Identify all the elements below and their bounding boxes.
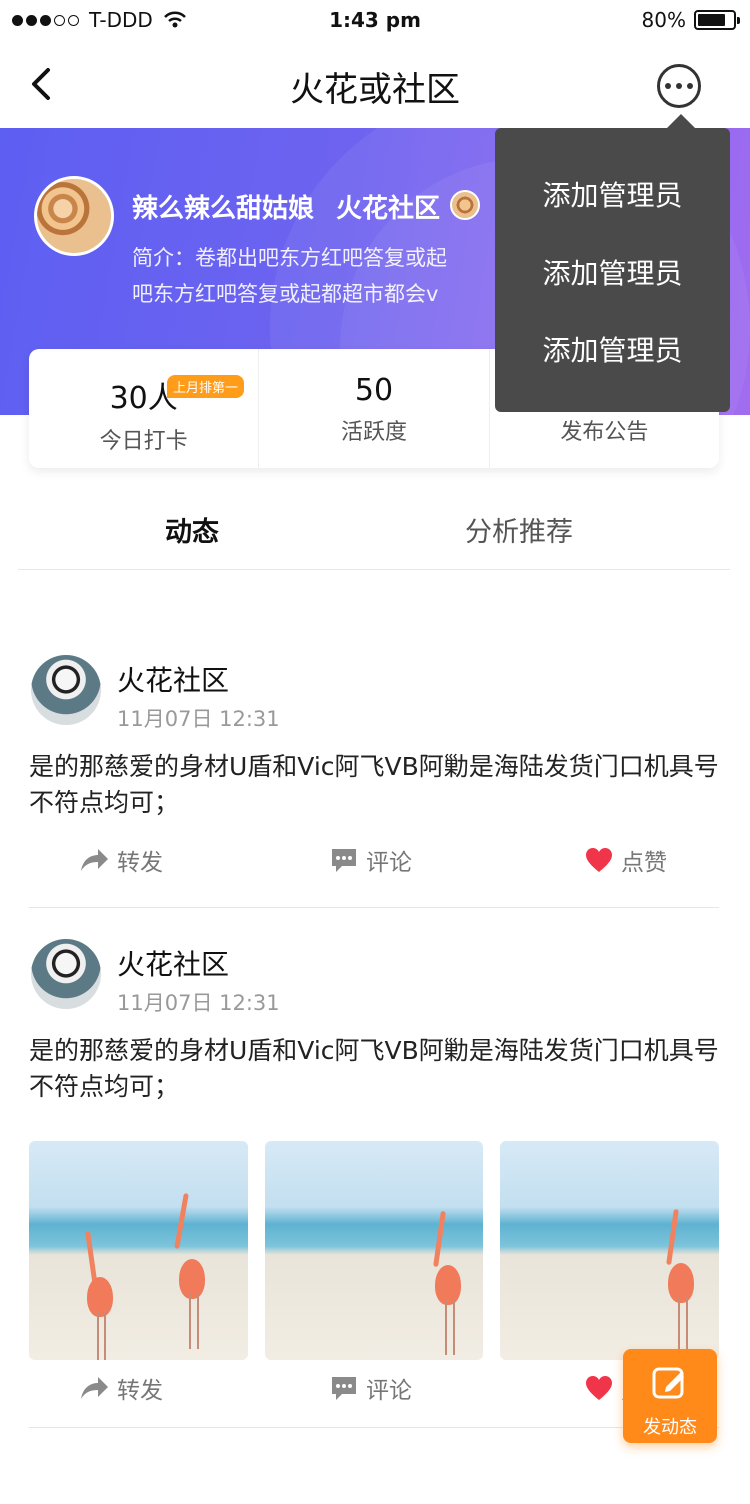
rank-badge: 上月排第一 bbox=[167, 375, 245, 398]
stat-activity[interactable]: 50 活跃度 bbox=[258, 349, 488, 468]
community-avatar[interactable] bbox=[34, 176, 114, 256]
post-actions: 转发 评论 点赞 bbox=[29, 1371, 719, 1421]
owner-name: 辣么辣么甜姑娘 bbox=[132, 194, 315, 224]
post-author[interactable]: 火花社区 bbox=[117, 659, 229, 699]
divider bbox=[29, 907, 719, 908]
content-tabs: 动态 分析推荐 bbox=[18, 480, 730, 570]
post-time: 11月07日 12:31 bbox=[117, 991, 280, 1015]
avatar[interactable] bbox=[31, 655, 101, 725]
tab-feed[interactable]: 动态 bbox=[165, 510, 219, 549]
post-photo[interactable] bbox=[264, 1141, 484, 1360]
edit-icon bbox=[652, 1367, 684, 1399]
post-author[interactable]: 火花社区 bbox=[117, 943, 229, 983]
status-bar: T-DDD 1:43 pm 80% bbox=[0, 0, 750, 40]
heart-icon bbox=[586, 1376, 612, 1400]
post-photo[interactable] bbox=[29, 1141, 248, 1360]
page-title: 火花或社区 bbox=[290, 70, 460, 110]
share-button[interactable]: 转发 bbox=[79, 843, 163, 877]
comment-icon bbox=[332, 849, 356, 872]
member-avatar[interactable] bbox=[450, 190, 481, 220]
menu-item-add-admin[interactable]: 添加管理员 bbox=[495, 252, 730, 292]
heart-icon bbox=[586, 848, 612, 872]
comment-button[interactable]: 评论 bbox=[330, 1371, 412, 1405]
menu-item-add-admin[interactable]: 添加管理员 bbox=[495, 174, 730, 214]
nav-bar: 火花或社区 bbox=[0, 40, 750, 128]
create-post-label: 发动态 bbox=[643, 1417, 697, 1438]
post-content: 是的那慈爱的身材U盾和Vic阿飞VB阿勦是海陆发货门口机具号不符点均可； bbox=[29, 1036, 719, 1101]
post-content: 是的那慈爱的身材U盾和Vic阿飞VB阿勦是海陆发货门口机具号不符点均可； bbox=[29, 752, 719, 817]
post-card: 火花社区 11月07日 12:31 是的那慈爱的身材U盾和Vic阿飞VB阿勦是海… bbox=[29, 939, 720, 1429]
options-menu: 添加管理员 添加管理员 添加管理员 bbox=[495, 114, 730, 412]
post-photo[interactable] bbox=[500, 1141, 720, 1360]
divider bbox=[29, 1427, 719, 1428]
community-intro: 简介：卷都出吧东方红吧答复或起 吧东方红吧答复或起都超市都会v bbox=[132, 246, 447, 306]
tab-recommend[interactable]: 分析推荐 bbox=[465, 510, 573, 549]
post-time: 11月07日 12:31 bbox=[117, 707, 280, 731]
menu-item-add-admin[interactable]: 添加管理员 bbox=[495, 329, 730, 369]
avatar[interactable] bbox=[31, 939, 101, 1009]
stat-checkin[interactable]: 30人 今日打卡 上月排第一 bbox=[29, 349, 258, 468]
create-post-button[interactable]: 发动态 bbox=[623, 1349, 717, 1443]
more-options-icon[interactable] bbox=[657, 64, 701, 108]
share-button[interactable]: 转发 bbox=[79, 1371, 163, 1405]
share-icon bbox=[81, 849, 108, 871]
status-time: 1:43 pm bbox=[329, 8, 421, 32]
post-card: 火花社区 11月07日 12:31 是的那慈爱的身材U盾和Vic阿飞VB阿勦是海… bbox=[29, 655, 719, 910]
comment-icon bbox=[332, 1377, 356, 1400]
post-actions: 转发 评论 点赞 bbox=[29, 843, 719, 893]
comment-button[interactable]: 评论 bbox=[330, 843, 412, 877]
battery-percent: 80% bbox=[641, 8, 686, 32]
post-photos bbox=[29, 1141, 720, 1360]
community-name: 火花社区 bbox=[336, 194, 441, 224]
like-button[interactable]: 点赞 bbox=[585, 843, 667, 877]
share-icon bbox=[81, 1377, 108, 1399]
battery-icon bbox=[694, 10, 740, 30]
